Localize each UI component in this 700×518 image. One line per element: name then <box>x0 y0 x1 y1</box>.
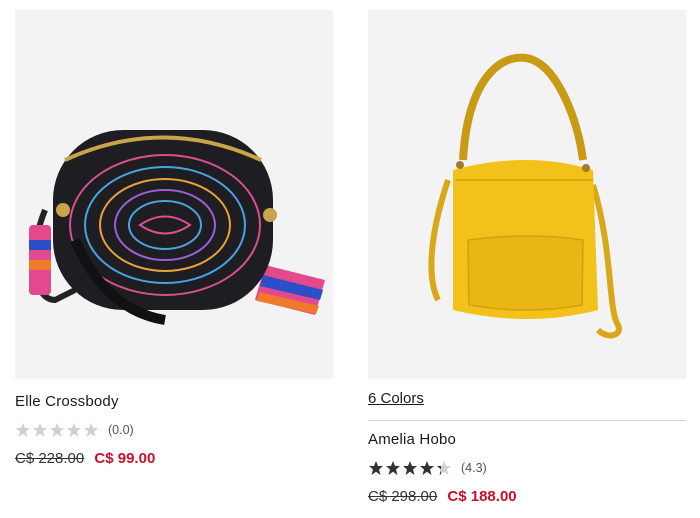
crossbody-bag-illustration <box>29 130 325 325</box>
hobo-bag-illustration <box>428 53 622 339</box>
star-icon <box>50 423 64 437</box>
product-title[interactable]: Amelia Hobo <box>368 431 686 448</box>
colors-link[interactable]: 6 Colors <box>368 390 424 407</box>
product-card-elle-crossbody[interactable]: Elle Crossbody (0.0) C$ 228.00 C$ 99.00 <box>15 10 333 467</box>
star-icon <box>67 423 81 437</box>
original-price: C$ 228.00 <box>15 450 85 467</box>
star-icon <box>369 461 383 475</box>
star-icon <box>33 423 47 437</box>
sale-price: C$ 99.00 <box>94 450 156 467</box>
rating-stars <box>15 422 100 438</box>
divider <box>368 420 686 421</box>
star-icon <box>420 461 434 475</box>
star-icon <box>386 461 400 475</box>
star-icon <box>403 461 417 475</box>
original-price: C$ 298.00 <box>368 488 438 505</box>
product-card-amelia-hobo[interactable]: 6 Colors Amelia Hobo (4.3) C$ 298.00 C$ … <box>368 10 686 505</box>
star-icon <box>16 423 30 437</box>
star-icon <box>437 461 451 475</box>
product-image-amelia-hobo[interactable] <box>368 10 686 379</box>
product-image-elle-crossbody[interactable] <box>15 10 333 379</box>
product-title[interactable]: Elle Crossbody <box>15 393 333 410</box>
rating-count: (4.3) <box>461 461 487 475</box>
rating-row: (4.3) <box>368 460 686 476</box>
star-icon <box>84 423 98 437</box>
rating-count: (0.0) <box>108 423 134 437</box>
price-row: C$ 298.00 C$ 188.00 <box>368 488 686 505</box>
sale-price: C$ 188.00 <box>447 488 517 505</box>
rating-stars <box>368 460 453 476</box>
rating-row: (0.0) <box>15 422 333 438</box>
price-row: C$ 228.00 C$ 99.00 <box>15 450 333 467</box>
